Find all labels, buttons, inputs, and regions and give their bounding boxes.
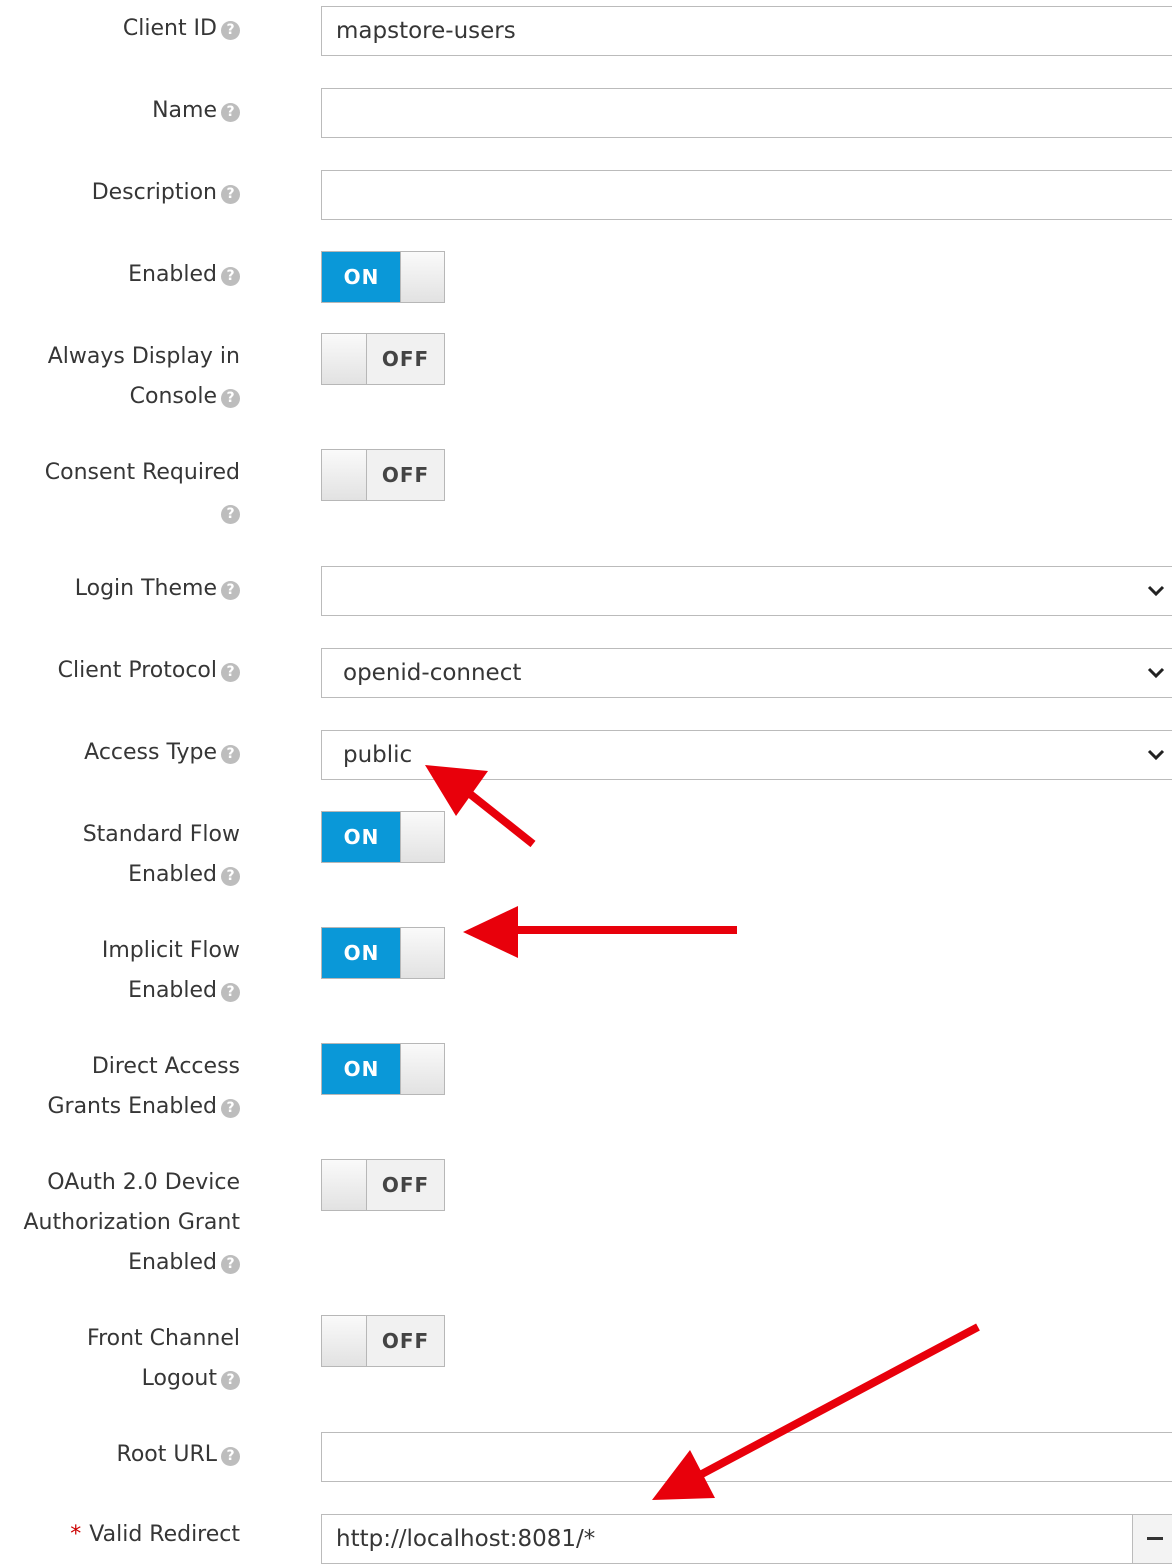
help-icon[interactable]: ? [221,21,240,40]
always-display-label: Always Display in Console? [47,344,240,409]
toggle-knob [400,252,444,302]
oauth-device-label: OAuth 2.0 Device Authorization Grant Enabl… [23,1170,240,1275]
help-icon[interactable]: ? [221,1099,240,1118]
toggle-knob [400,928,444,978]
toggle-on-text: ON [322,252,401,302]
help-icon[interactable]: ? [221,663,240,682]
client-protocol-select[interactable]: openid-connect [321,648,1172,698]
enabled-toggle[interactable]: ON [321,251,445,303]
direct-access-label: Direct Access Grants Enabled? [47,1054,240,1119]
always-display-toggle[interactable]: OFF [321,333,445,385]
access-type-label: Access Type? [4,733,240,773]
toggle-knob [322,334,367,384]
standard-flow-label: Standard Flow Enabled? [82,822,240,887]
help-icon[interactable]: ? [221,581,240,600]
consent-required-label: Consent Required? [44,460,240,524]
toggle-knob [322,450,367,500]
root-url-label: Root URL? [4,1435,240,1475]
implicit-flow-label: Implicit Flow Enabled? [101,938,240,1003]
chevron-down-icon [1147,667,1165,679]
access-type-select[interactable]: public [321,730,1172,780]
help-icon[interactable]: ? [221,389,240,408]
login-theme-select[interactable] [321,566,1172,616]
help-icon[interactable]: ? [221,983,240,1002]
chevron-down-icon [1147,585,1165,597]
required-marker: * [70,1522,82,1547]
arrow-to-implicit-flow [463,906,737,958]
help-icon[interactable]: ? [221,185,240,204]
help-icon[interactable]: ? [221,745,240,764]
help-icon[interactable]: ? [221,1255,240,1274]
toggle-on-text: ON [322,1044,401,1094]
direct-access-toggle[interactable]: ON [321,1043,445,1095]
client-id-input[interactable]: mapstore-users [321,6,1172,56]
help-icon[interactable]: ? [221,267,240,286]
toggle-knob [322,1316,367,1366]
login-theme-label: Login Theme? [4,569,240,609]
toggle-off-text: OFF [367,450,444,500]
toggle-off-text: OFF [367,334,444,384]
name-label: Name? [4,91,240,131]
description-label: Description? [4,173,240,213]
toggle-off-text: OFF [367,1160,444,1210]
toggle-knob [400,1044,444,1094]
root-url-input[interactable] [321,1432,1172,1482]
client-id-label: Client ID? [4,9,240,49]
front-channel-toggle[interactable]: OFF [321,1315,445,1367]
name-input[interactable] [321,88,1172,138]
description-input[interactable] [321,170,1172,220]
consent-required-toggle[interactable]: OFF [321,449,445,501]
valid-redirect-input[interactable]: http://localhost:8081/* [321,1514,1133,1564]
standard-flow-toggle[interactable]: ON [321,811,445,863]
remove-redirect-button[interactable] [1132,1514,1172,1564]
minus-icon [1147,1537,1163,1540]
help-icon[interactable]: ? [221,867,240,886]
valid-redirect-label: * Valid Redirect [70,1522,240,1547]
enabled-label: Enabled? [4,255,240,295]
help-icon[interactable]: ? [221,103,240,122]
oauth-device-toggle[interactable]: OFF [321,1159,445,1211]
client-protocol-label: Client Protocol? [4,651,240,691]
help-icon[interactable]: ? [221,1447,240,1466]
help-icon[interactable]: ? [221,505,240,524]
toggle-knob [400,812,444,862]
toggle-knob [322,1160,367,1210]
toggle-on-text: ON [322,812,401,862]
toggle-on-text: ON [322,928,401,978]
chevron-down-icon [1147,749,1165,761]
front-channel-label: Front Channel Logout? [87,1326,240,1391]
help-icon[interactable]: ? [221,1371,240,1390]
implicit-flow-toggle[interactable]: ON [321,927,445,979]
toggle-off-text: OFF [367,1316,444,1366]
